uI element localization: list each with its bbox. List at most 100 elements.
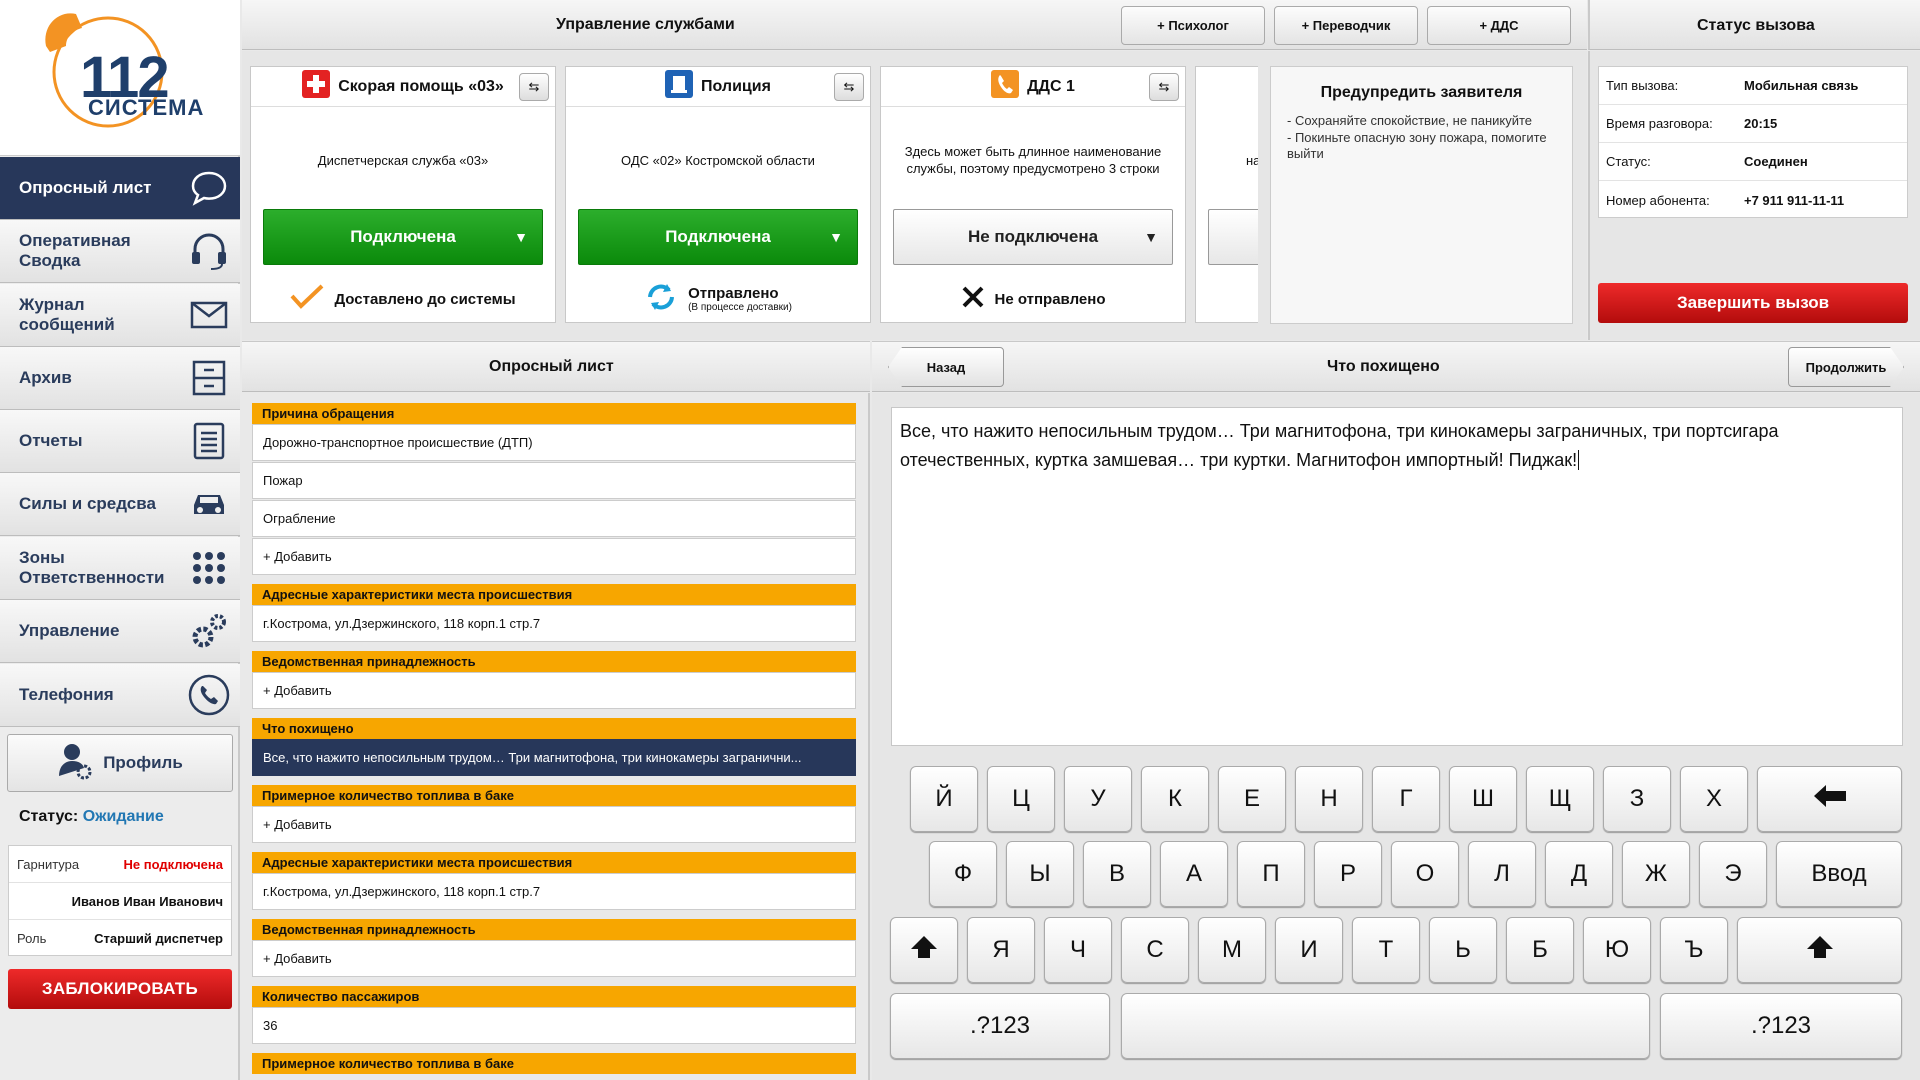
key[interactable]: З [1603,766,1671,832]
nav-management[interactable]: Управление [0,600,240,663]
key[interactable]: К [1141,766,1209,832]
add-translator-button[interactable]: + Переводчик [1274,6,1418,45]
key[interactable]: Б [1506,917,1574,983]
key[interactable]: Щ [1526,766,1594,832]
swap-arrows-icon[interactable]: ⇆ [834,73,864,101]
connection-dropdown[interactable]: Подключена ▼ [263,209,543,265]
nav-questionnaire[interactable]: Опросный лист [0,157,240,220]
headset-row: Гарнитура Не подключена [9,846,231,883]
list-item[interactable]: Ограбление [252,500,856,537]
nav-label: Телефония [19,685,114,704]
back-button[interactable]: Назад [888,347,1004,387]
list-item[interactable]: г.Кострома, ул.Дзержинского, 118 корп.1 … [252,605,856,642]
headset-value: Не подключена [123,856,224,872]
key[interactable]: Ц [987,766,1055,832]
key[interactable]: Ъ [1660,917,1728,983]
key[interactable]: Л [1468,841,1536,907]
block-button[interactable]: ЗАБЛОКИРОВАТЬ [8,969,232,1009]
space-key[interactable] [1121,993,1650,1059]
key[interactable]: Я [967,917,1035,983]
nav-zones[interactable]: Зоны Ответственности [0,537,240,600]
police-badge-icon [665,70,694,103]
key[interactable]: Ы [1006,841,1074,907]
key[interactable]: Т [1352,917,1420,983]
answer-textarea[interactable]: Все, что нажито непосильным трудом… Три … [891,407,1903,746]
nav-label: Журнал сообщений [19,295,115,334]
key[interactable]: У [1064,766,1132,832]
key[interactable]: Э [1699,841,1767,907]
key[interactable]: П [1237,841,1305,907]
key[interactable]: Й [910,766,978,832]
phone-handset-icon [991,70,1020,103]
nav-reports[interactable]: Отчеты [0,410,240,473]
swap-arrows-icon[interactable]: ⇆ [519,73,549,101]
add-dds-button[interactable]: + ДДС [1427,6,1571,45]
add-item-button[interactable]: + Добавить [252,538,856,575]
call-info-row: Тип вызова: Мобильная связь [1599,67,1907,105]
shift-key-right[interactable] [1737,917,1902,983]
headset-icon [188,230,230,272]
user-settings-icon [57,742,93,785]
nav-forces[interactable]: Силы и средсва [0,473,240,536]
continue-button[interactable]: Продолжить [1788,347,1904,387]
section-header: Количество пассажиров [252,986,856,1007]
key[interactable]: М [1198,917,1266,983]
key[interactable]: Ш [1449,766,1517,832]
add-item-button[interactable]: + Добавить [252,672,856,709]
key[interactable]: В [1083,841,1151,907]
sync-arrows-icon [644,280,678,318]
list-item[interactable]: г.Кострома, ул.Дзержинского, 118 корп.1 … [252,873,856,910]
key[interactable]: Р [1314,841,1382,907]
key[interactable]: И [1275,917,1343,983]
logo-text: СИСТЕМА [88,95,205,120]
nav-telephony[interactable]: Телефония [0,664,240,727]
call-status-title: Статус вызова [1697,17,1815,34]
list-item[interactable]: Пожар [252,462,856,499]
list-item[interactable]: Дорожно-транспортное происшествие (ДТП) [252,424,856,461]
list-item[interactable]: 36 [252,1007,856,1044]
key[interactable]: Ф [929,841,997,907]
backspace-key[interactable] [1757,766,1902,832]
shift-key-left[interactable] [890,917,958,983]
user-name: Иванов Иван Иванович [71,893,223,909]
nav-message-log[interactable]: Журнал сообщений [0,284,240,347]
connection-dropdown[interactable]: Не подключена ▼ [893,209,1173,265]
nav-archive[interactable]: Архив [0,347,240,410]
swap-arrows-icon[interactable]: ⇆ [1149,73,1179,101]
key[interactable]: Г [1372,766,1440,832]
key[interactable]: Ж [1622,841,1690,907]
key[interactable]: Е [1218,766,1286,832]
call-status-header: Статус вызова [1588,0,1920,50]
delivery-status: Доставлено до системы [251,279,555,319]
key[interactable]: Ч [1044,917,1112,983]
connection-dropdown[interactable] [1208,209,1258,265]
enter-key[interactable]: Ввод [1776,841,1902,907]
numeric-key-right[interactable]: .?123 [1660,993,1902,1059]
key[interactable]: С [1121,917,1189,983]
section-header: Причина обращения [252,403,856,424]
key[interactable]: Ь [1429,917,1497,983]
editor-title: Что похищено [1327,358,1440,375]
profile-button[interactable]: Профиль [7,734,233,792]
archive-icon [188,357,230,399]
card-title: Скорая помощь «03» [338,77,504,95]
add-psychologist-button[interactable]: + Психолог [1121,6,1265,45]
call-info-table: Тип вызова: Мобильная связь Время разгово… [1598,66,1908,218]
key[interactable]: А [1160,841,1228,907]
section-header: Примерное количество топлива в баке [252,1053,856,1074]
key[interactable]: Д [1545,841,1613,907]
card-description: Здесь может быть длинное наименование сл… [904,144,1162,176]
add-item-button[interactable]: + Добавить [252,806,856,843]
nav-operative-summary[interactable]: Оперативная Сводка [0,220,240,283]
end-call-button[interactable]: Завершить вызов [1598,283,1908,323]
numeric-key-left[interactable]: .?123 [890,993,1110,1059]
connection-dropdown[interactable]: Подключена ▼ [578,209,858,265]
key[interactable]: Х [1680,766,1748,832]
ambulance-cross-icon [302,70,331,103]
key[interactable]: Н [1295,766,1363,832]
key[interactable]: Ю [1583,917,1651,983]
add-item-button[interactable]: + Добавить [252,940,856,977]
warning-item: - Сохраняйте спокойствие, не паникуйте [1287,113,1533,128]
list-item-selected[interactable]: Все, что нажито непосильным трудом… Три … [252,739,856,776]
key[interactable]: О [1391,841,1459,907]
